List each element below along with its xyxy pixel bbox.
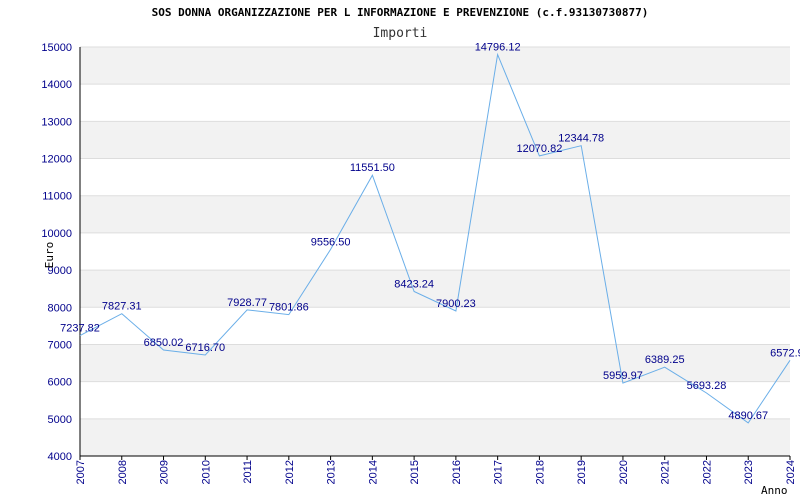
y-tick-label: 14000	[41, 79, 72, 91]
x-tick-label: 2020	[618, 460, 630, 484]
data-label: 7900.23	[436, 298, 476, 310]
data-label: 7237.82	[60, 323, 100, 335]
data-label: 6716.70	[185, 342, 225, 354]
x-tick-label: 2021	[660, 460, 672, 484]
y-tick-label: 11000	[42, 191, 72, 203]
data-label: 6389.25	[645, 354, 685, 366]
data-label: 5959.97	[603, 370, 643, 382]
chart-title: SOS DONNA ORGANIZZAZIONE PER L INFORMAZI…	[152, 6, 649, 19]
data-label: 6572.98	[770, 347, 800, 359]
x-axis-label: Anno	[761, 484, 788, 497]
axes	[79, 47, 790, 457]
data-label: 8423.24	[394, 279, 434, 291]
data-label: 6850.02	[144, 337, 184, 349]
grid-band	[80, 47, 790, 85]
data-label: 14796.12	[475, 42, 521, 54]
x-tick-label: 2019	[576, 460, 588, 484]
data-label: 9556.50	[311, 236, 351, 248]
grid-band	[80, 418, 790, 456]
data-label: 7928.77	[227, 297, 267, 309]
y-tick-label: 12000	[41, 154, 72, 166]
x-tick-label: 2023	[743, 460, 755, 484]
line-chart: SOS DONNA ORGANIZZAZIONE PER L INFORMAZI…	[41, 6, 800, 497]
x-tick-label: 2008	[117, 460, 129, 484]
grid-lines	[80, 46, 790, 457]
grid-band	[80, 121, 790, 159]
y-tick-label: 13000	[41, 116, 72, 128]
x-tick-label: 2014	[367, 460, 379, 484]
x-tick-label: 2009	[159, 460, 171, 484]
data-label: 5693.28	[687, 380, 727, 392]
y-tick-label: 7000	[48, 339, 72, 351]
y-tick-label: 8000	[48, 302, 72, 314]
x-tick-label: 2010	[200, 460, 212, 484]
y-tick-label: 6000	[48, 377, 72, 389]
chart-subtitle: Importi	[373, 26, 428, 41]
y-tick-label: 10000	[41, 228, 72, 240]
data-label: 4890.67	[728, 410, 768, 422]
x-tick-label: 2016	[451, 460, 463, 484]
data-label: 11551.50	[350, 162, 395, 174]
y-axis-label: Euro	[43, 242, 56, 269]
x-tick-label: 2013	[326, 460, 338, 484]
x-tick-label: 2022	[701, 460, 713, 484]
x-tick-label: 2018	[534, 460, 546, 484]
x-tick-label: 2017	[493, 460, 505, 484]
data-label: 12344.78	[558, 133, 604, 145]
x-tick-label: 2012	[284, 460, 296, 484]
grid-band	[80, 195, 790, 233]
x-tick-label: 2015	[409, 460, 421, 484]
x-axis-ticks: 2007 2008 2009 2010 2011 2012 2013 2014 2015 2016…	[75, 456, 797, 484]
data-label: 7827.31	[102, 301, 142, 313]
y-tick-label: 4000	[48, 451, 72, 463]
data-label: 12070.82	[516, 143, 562, 155]
x-tick-label: 2011	[242, 460, 254, 484]
grid-bands	[80, 47, 790, 456]
data-label: 7801.86	[269, 302, 309, 314]
y-tick-label: 15000	[41, 42, 72, 54]
x-tick-label: 2024	[785, 460, 797, 484]
y-tick-label: 5000	[48, 414, 72, 426]
x-tick-label: 2007	[75, 460, 87, 484]
